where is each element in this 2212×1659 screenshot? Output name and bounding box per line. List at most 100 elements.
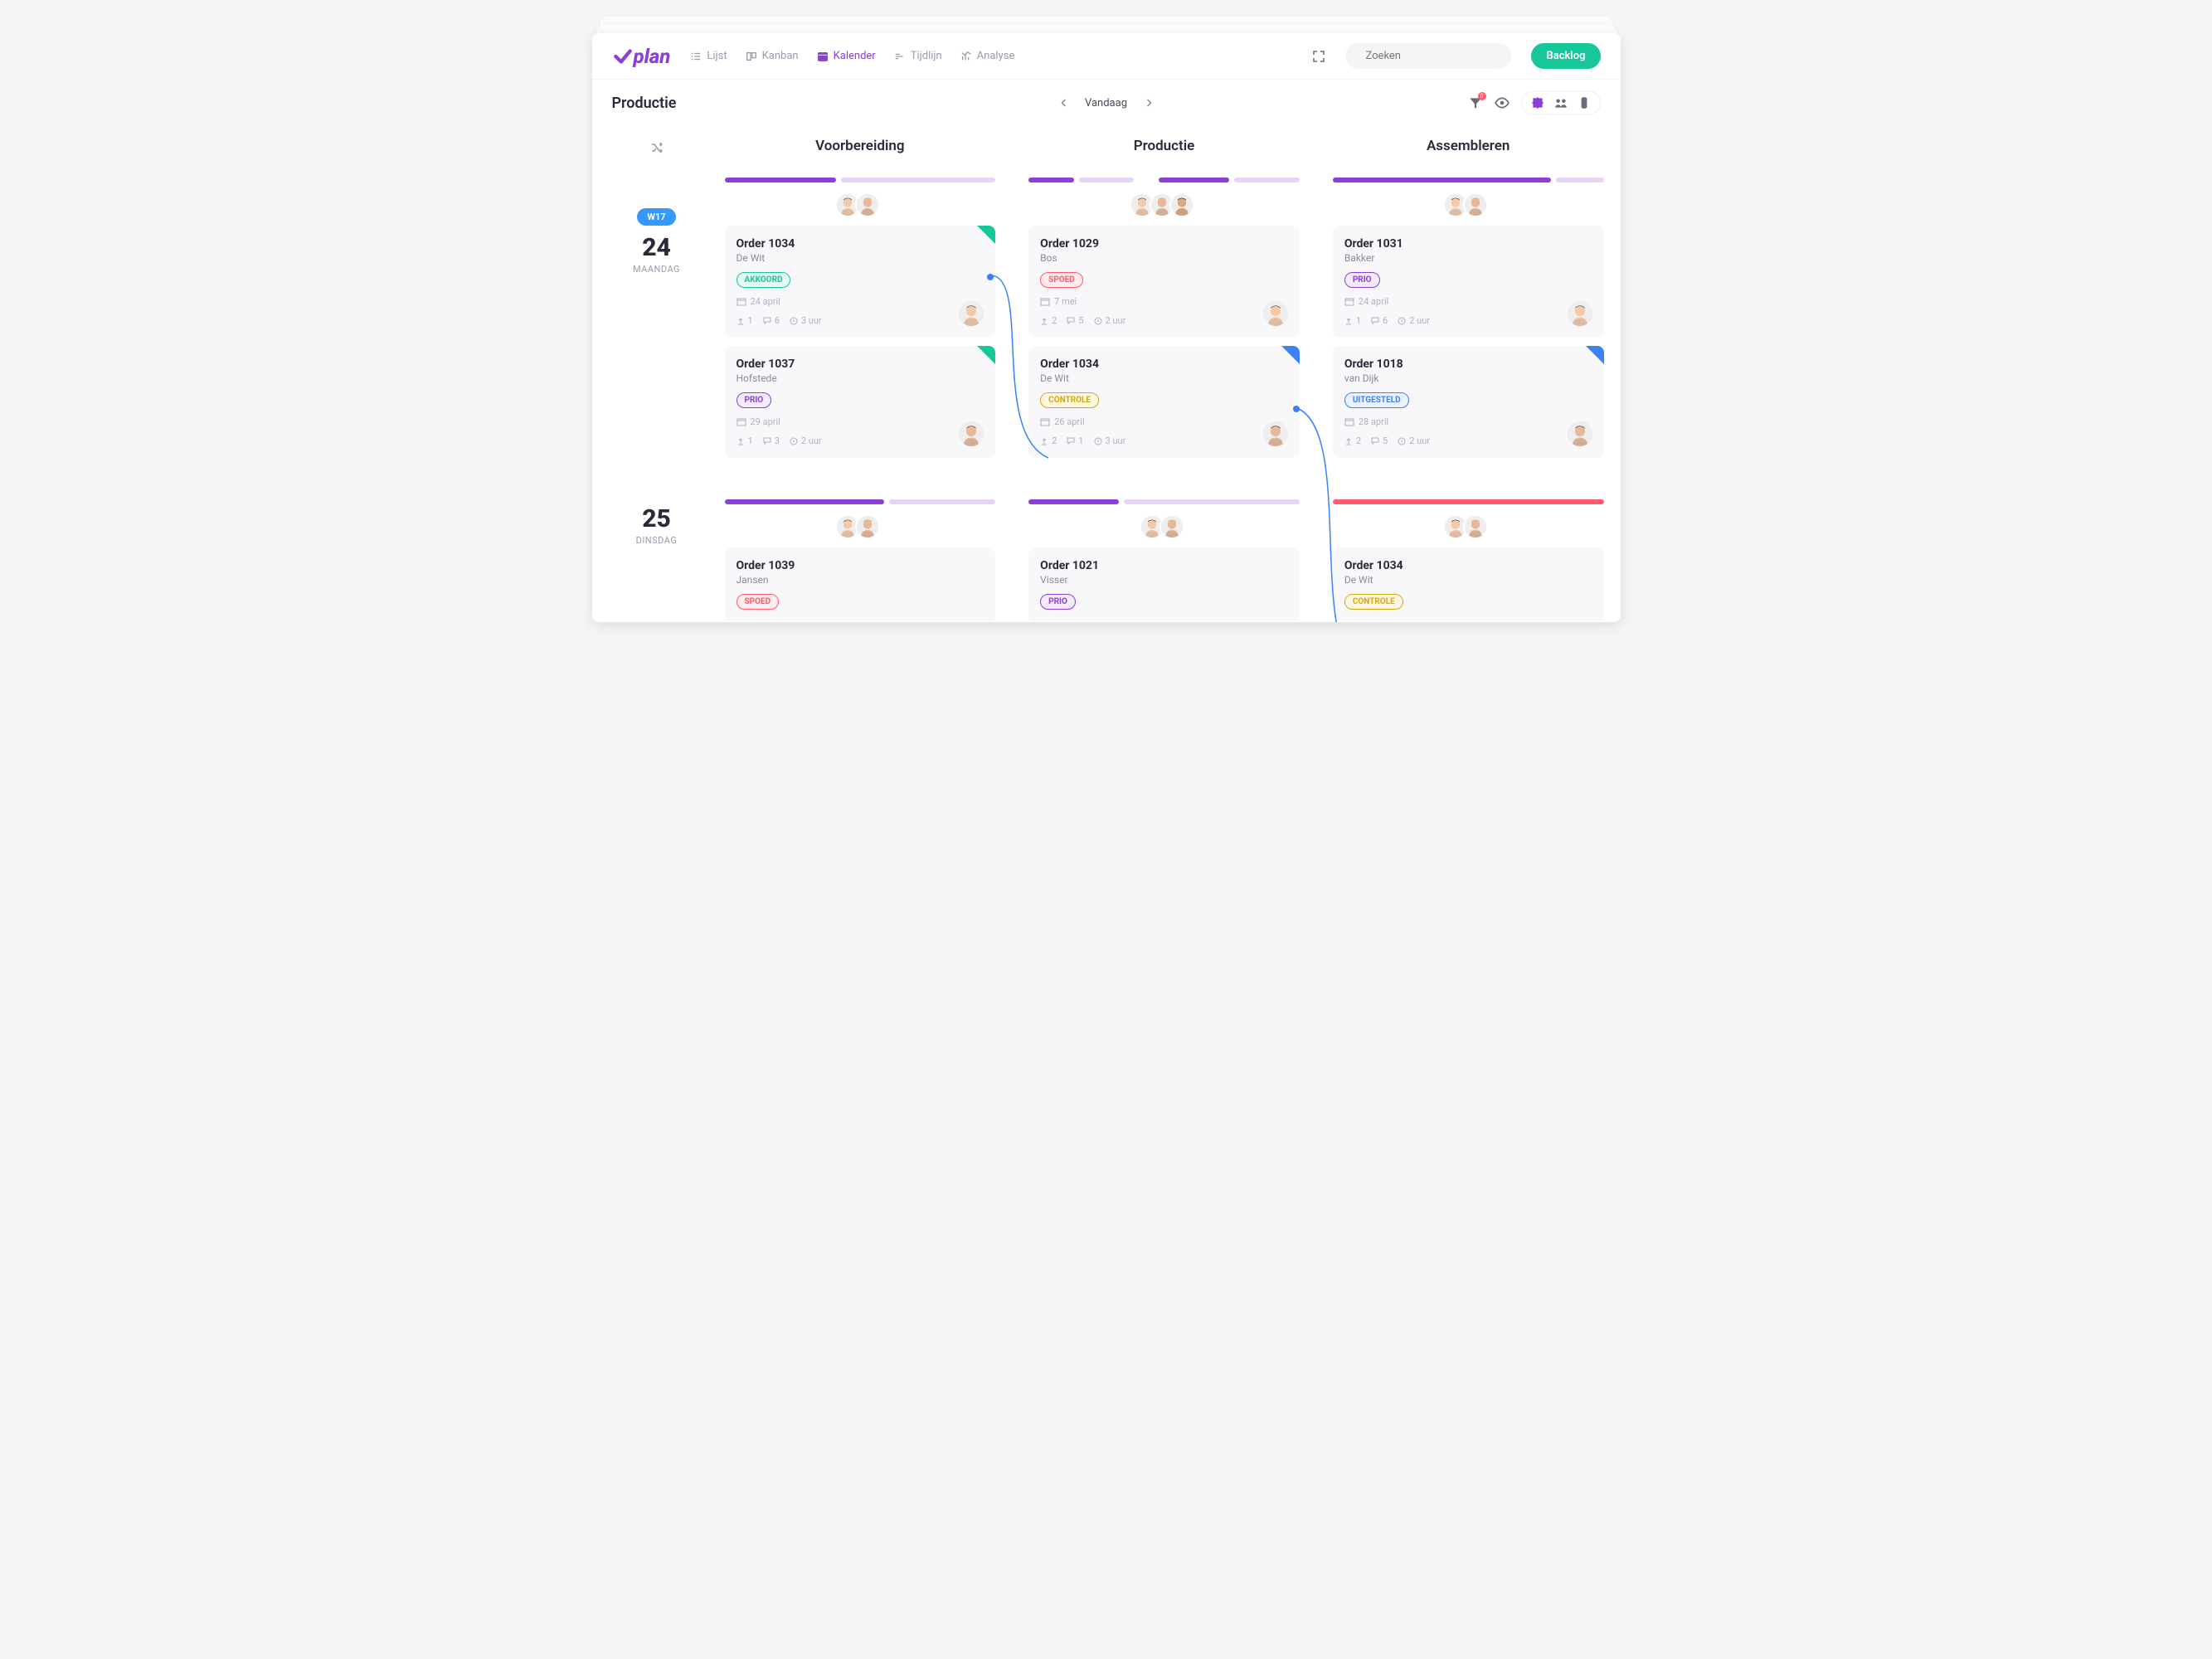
tool-group — [1521, 91, 1601, 114]
day-cell[interactable]: Order 1039JansenSPOED — [715, 488, 1006, 622]
logo[interactable]: plan — [612, 45, 671, 68]
card-footer: 1 3 2 uur — [737, 435, 984, 446]
status-badge: PRIO — [1040, 594, 1076, 610]
day-cell[interactable]: Order 1031BakkerPRIO24 april 1 6 2 uur O… — [1323, 166, 1614, 478]
card-date: 28 april — [1344, 416, 1592, 427]
assignee-avatar[interactable] — [959, 301, 984, 326]
card-date: 7 mei — [1040, 296, 1288, 307]
nav-label: Kanban — [762, 50, 799, 62]
assignee-avatar[interactable] — [959, 421, 984, 446]
order-card[interactable]: Order 1039JansenSPOED — [725, 547, 996, 621]
avatar[interactable] — [1463, 192, 1488, 217]
avatar[interactable] — [1169, 192, 1194, 217]
col-voorbereiding: Voorbereiding Order 1034De WitAKKOORD24 … — [715, 126, 1006, 622]
eye-icon — [1495, 95, 1510, 110]
upload-count: 2 — [1344, 435, 1361, 446]
comment-icon — [1067, 317, 1075, 325]
date-icon — [1344, 297, 1354, 307]
toolbar: 0 — [1468, 91, 1601, 114]
progress-bar — [1028, 178, 1300, 182]
connector-dot — [987, 274, 994, 280]
chart-icon — [960, 51, 972, 62]
upload-icon — [1040, 437, 1048, 445]
order-card[interactable]: Order 1037HofstedePRIO29 april 1 3 2 uur — [725, 346, 996, 458]
time-icon — [1398, 317, 1406, 325]
card-title: Order 1021 — [1040, 559, 1288, 572]
day-cell[interactable]: Order 1034De WitAKKOORD24 april 1 6 3 uu… — [715, 166, 1006, 478]
nav-kanban[interactable]: Kanban — [746, 50, 799, 62]
card-subtitle: Bakker — [1344, 252, 1592, 264]
card-title: Order 1037 — [737, 358, 984, 371]
page-title: Productie — [612, 95, 677, 112]
assignee-avatar[interactable] — [1568, 301, 1592, 326]
status-badge: CONTROLE — [1344, 594, 1403, 610]
avatars — [1333, 192, 1604, 217]
upload-icon — [1344, 437, 1353, 445]
date-icon — [737, 297, 746, 307]
puzzle-button[interactable] — [1530, 95, 1545, 110]
avatars — [725, 514, 996, 539]
card-subtitle: Bos — [1040, 252, 1288, 264]
day-cell[interactable]: Order 1029BosSPOED7 mei 2 5 2 uur Order … — [1018, 166, 1310, 478]
nav-analyse[interactable]: Analyse — [960, 50, 1015, 62]
order-card[interactable]: Order 1029BosSPOED7 mei 2 5 2 uur — [1028, 226, 1300, 338]
avatars — [1028, 192, 1300, 217]
resource-button[interactable] — [1577, 95, 1592, 110]
card-subtitle: van Dijk — [1344, 372, 1592, 384]
assignee-avatar[interactable] — [1263, 301, 1288, 326]
search-input[interactable] — [1365, 50, 1503, 62]
card-title: Order 1018 — [1344, 358, 1592, 371]
nav-tijdlijn[interactable]: Tijdlijn — [894, 50, 942, 62]
column-header: Voorbereiding — [715, 126, 1006, 166]
order-card[interactable]: Order 1034De WitAKKOORD24 april 1 6 3 uu… — [725, 226, 996, 338]
upload-icon — [737, 437, 745, 445]
card-footer: 2 5 2 uur — [1344, 435, 1592, 446]
progress-bar — [1028, 499, 1300, 504]
nav-kalender[interactable]: Kalender — [817, 50, 876, 62]
comment-count: 6 — [763, 315, 780, 326]
filter-button[interactable]: 0 — [1468, 95, 1483, 110]
comment-count: 1 — [1067, 435, 1083, 446]
filter-badge: 0 — [1478, 92, 1486, 100]
order-card[interactable]: Order 1034De WitCONTROLE — [1333, 547, 1604, 621]
status-badge: PRIO — [1344, 272, 1380, 288]
day-cell[interactable]: Order 1034De WitCONTROLE — [1323, 488, 1614, 622]
assignee-avatar[interactable] — [1263, 421, 1288, 446]
resource-icon — [1577, 95, 1592, 110]
comment-icon — [763, 317, 771, 325]
app-window: plan Lijst Kanban Kalender Tijdlijn — [592, 33, 1621, 622]
order-card[interactable]: Order 1018van DijkUITGESTELD28 april 2 5… — [1333, 346, 1604, 458]
card-date: 24 april — [1344, 296, 1592, 307]
day-name: DINSDAG — [599, 535, 715, 546]
search-box[interactable] — [1345, 43, 1511, 69]
order-card[interactable]: Order 1021 Visser PRIO — [1028, 547, 1300, 621]
assignee-avatar[interactable] — [1568, 421, 1592, 446]
chevron-right-icon[interactable] — [1144, 99, 1152, 107]
comment-count: 6 — [1371, 315, 1388, 326]
fullscreen-icon[interactable] — [1312, 50, 1325, 63]
card-subtitle: Visser — [1040, 574, 1288, 586]
chevron-left-icon[interactable] — [1060, 99, 1068, 107]
avatar[interactable] — [855, 514, 880, 539]
team-button[interactable] — [1553, 95, 1568, 110]
avatar[interactable] — [1159, 514, 1184, 539]
shuffle-icon[interactable] — [650, 141, 664, 154]
avatar[interactable] — [1463, 514, 1488, 539]
time-count: 2 uur — [1398, 435, 1430, 446]
avatar[interactable] — [855, 192, 880, 217]
time-icon — [1094, 437, 1102, 445]
visibility-button[interactable] — [1495, 95, 1510, 110]
today-label[interactable]: Vandaag — [1085, 97, 1127, 109]
date-rail: W17 24 MAANDAG 25 DINSDAG — [599, 126, 715, 622]
upload-count: 1 — [737, 315, 753, 326]
order-card[interactable]: Order 1034De WitCONTROLE26 april 2 1 3 u… — [1028, 346, 1300, 458]
card-corner — [1281, 346, 1300, 364]
column-header: Assembleren — [1323, 126, 1614, 166]
backlog-button[interactable]: Backlog — [1531, 43, 1600, 69]
nav-lijst[interactable]: Lijst — [690, 50, 727, 62]
order-card[interactable]: Order 1031BakkerPRIO24 april 1 6 2 uur — [1333, 226, 1604, 338]
puzzle-icon — [1530, 95, 1545, 110]
day-cell[interactable]: Order 1021 Visser PRIO — [1018, 488, 1310, 622]
time-count: 2 uur — [1094, 315, 1126, 326]
date-icon — [1344, 417, 1354, 427]
